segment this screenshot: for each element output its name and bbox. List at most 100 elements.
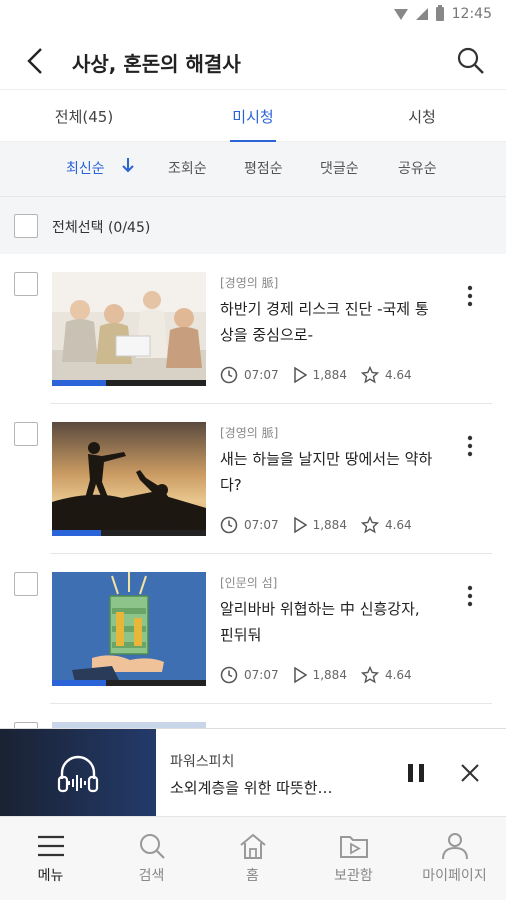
- status-time: 12:45: [451, 6, 492, 22]
- watch-progress-fill: [52, 530, 102, 536]
- item-title[interactable]: 새는 하늘을 날지만 땅에서는 약하다?: [220, 446, 436, 498]
- video-thumbnail[interactable]: [52, 272, 206, 386]
- list-item-partial[interactable]: [0, 704, 506, 728]
- item-checkbox[interactable]: [14, 272, 38, 296]
- nav-label: 보관함: [334, 868, 373, 884]
- menu-icon: [38, 835, 64, 857]
- back-button[interactable]: [20, 44, 54, 78]
- watch-progress-fill: [52, 680, 106, 686]
- star-icon: [360, 516, 379, 534]
- select-all-checkbox[interactable]: [14, 214, 38, 238]
- watch-progress-fill: [52, 380, 106, 386]
- item-rating: 4.64: [384, 668, 412, 682]
- battery-icon: [435, 5, 444, 21]
- duration-meta: 07:07: [220, 516, 279, 534]
- clock-icon: [220, 666, 238, 684]
- play-icon: [293, 667, 307, 683]
- clock-icon: [220, 366, 238, 384]
- item-category: [경영의 脈]: [220, 426, 279, 440]
- pause-button[interactable]: [400, 757, 432, 789]
- close-icon: [461, 764, 479, 782]
- sort-views[interactable]: 조회순: [168, 158, 207, 178]
- home-icon: [240, 833, 266, 859]
- sort-shares[interactable]: 공유순: [398, 158, 437, 178]
- nav-mypage[interactable]: 마이페이지: [404, 817, 505, 900]
- item-views: 1,884: [312, 368, 347, 382]
- chevron-left-icon: [27, 48, 42, 74]
- select-all-row: 전체선택 (0/45): [0, 196, 506, 254]
- nav-label: 홈: [246, 868, 259, 884]
- nav-search[interactable]: 검색: [101, 817, 202, 900]
- views-meta: 1,884: [293, 517, 347, 533]
- tab-label: 시청: [408, 107, 436, 126]
- nav-home[interactable]: 홈: [202, 817, 303, 900]
- rating-meta: 4.64: [360, 516, 412, 534]
- headphones-icon: [57, 755, 99, 793]
- more-vertical-icon[interactable]: [460, 284, 480, 308]
- item-checkbox[interactable]: [14, 572, 38, 596]
- select-all-label: 전체선택 (0/45): [52, 220, 151, 236]
- player-title: 파워스피치: [170, 754, 235, 770]
- signal-icon: [415, 8, 428, 20]
- video-thumbnail[interactable]: [52, 422, 206, 536]
- list-item[interactable]: [경영의 脈] 하반기 경제 리스크 진단 -국제 통상을 중심으로- 07:0…: [0, 254, 506, 404]
- list-item[interactable]: [인문의 섬] 알리바바 위협하는 中 신흥강자, 핀뒤둬 07:07 1,88…: [0, 554, 506, 704]
- item-rating: 4.64: [384, 518, 412, 532]
- more-vertical-icon[interactable]: [460, 434, 480, 458]
- nav-label: 메뉴: [37, 868, 64, 884]
- item-views: 1,884: [312, 668, 347, 682]
- sort-latest[interactable]: 최신순: [66, 158, 105, 178]
- nav-library[interactable]: 보관함: [303, 817, 404, 900]
- wifi-icon: [393, 8, 408, 20]
- more-vertical-icon[interactable]: [460, 584, 480, 608]
- play-icon: [293, 517, 307, 533]
- video-thumbnail[interactable]: [52, 572, 206, 686]
- search-icon: [457, 47, 484, 74]
- views-meta: 1,884: [293, 367, 347, 383]
- pause-icon: [408, 764, 424, 782]
- item-title[interactable]: 하반기 경제 리스크 진단 -국제 통상을 중심으로-: [220, 296, 436, 348]
- tab-watched[interactable]: 시청: [338, 90, 506, 142]
- app-bar: 사상, 혼돈의 해결사: [0, 32, 506, 90]
- search-button[interactable]: [454, 44, 488, 78]
- nav-menu[interactable]: 메뉴: [0, 817, 101, 900]
- status-bar: 12:45: [0, 0, 506, 32]
- item-meta: 07:07 1,884 4.64: [220, 366, 426, 384]
- video-list: [경영의 脈] 하반기 경제 리스크 진단 -국제 통상을 중심으로- 07:0…: [0, 254, 506, 728]
- item-rating: 4.64: [384, 368, 412, 382]
- tab-all[interactable]: 전체(45): [0, 90, 168, 142]
- bottom-nav: 메뉴 검색 홈 보관함 마이페이지: [0, 816, 506, 900]
- elderly-group-image: [52, 272, 206, 386]
- tab-label: 전체(45): [54, 107, 114, 126]
- nav-label: 검색: [138, 868, 165, 884]
- views-meta: 1,884: [293, 667, 347, 683]
- item-meta: 07:07 1,884 4.64: [220, 666, 426, 684]
- duration-meta: 07:07: [220, 366, 279, 384]
- tab-label: 미시청: [232, 107, 274, 126]
- player-subtitle: 소외계층을 위한 따뜻한…: [170, 779, 333, 797]
- watch-progress-bar: [52, 380, 206, 386]
- item-duration: 07:07: [244, 518, 279, 532]
- item-category: [경영의 脈]: [220, 276, 279, 290]
- tab-bar: 전체(45) 미시청 시청: [0, 90, 506, 142]
- item-title[interactable]: 알리바바 위협하는 中 신흥강자, 핀뒤둬: [220, 596, 436, 648]
- rating-meta: 4.64: [360, 666, 412, 684]
- clock-icon: [220, 516, 238, 534]
- sort-comments[interactable]: 댓글순: [320, 158, 359, 178]
- star-icon: [360, 366, 379, 384]
- helping-hand-silhouette-image: [52, 422, 206, 536]
- star-icon: [360, 666, 379, 684]
- list-item[interactable]: [경영의 脈] 새는 하늘을 날지만 땅에서는 약하다? 07:07 1,884…: [0, 404, 506, 554]
- watch-progress-bar: [52, 530, 206, 536]
- tab-unwatched[interactable]: 미시청: [168, 90, 338, 142]
- player-cover[interactable]: [0, 729, 156, 817]
- item-checkbox[interactable]: [14, 422, 38, 446]
- duration-meta: 07:07: [220, 666, 279, 684]
- arrow-down-icon[interactable]: [120, 156, 136, 174]
- mini-player[interactable]: 파워스피치 소외계층을 위한 따뜻한…: [0, 728, 506, 817]
- sort-rating[interactable]: 평점순: [244, 158, 283, 178]
- item-category: [인문의 섬]: [220, 576, 278, 590]
- play-icon: [293, 367, 307, 383]
- close-player-button[interactable]: [454, 757, 486, 789]
- item-duration: 07:07: [244, 368, 279, 382]
